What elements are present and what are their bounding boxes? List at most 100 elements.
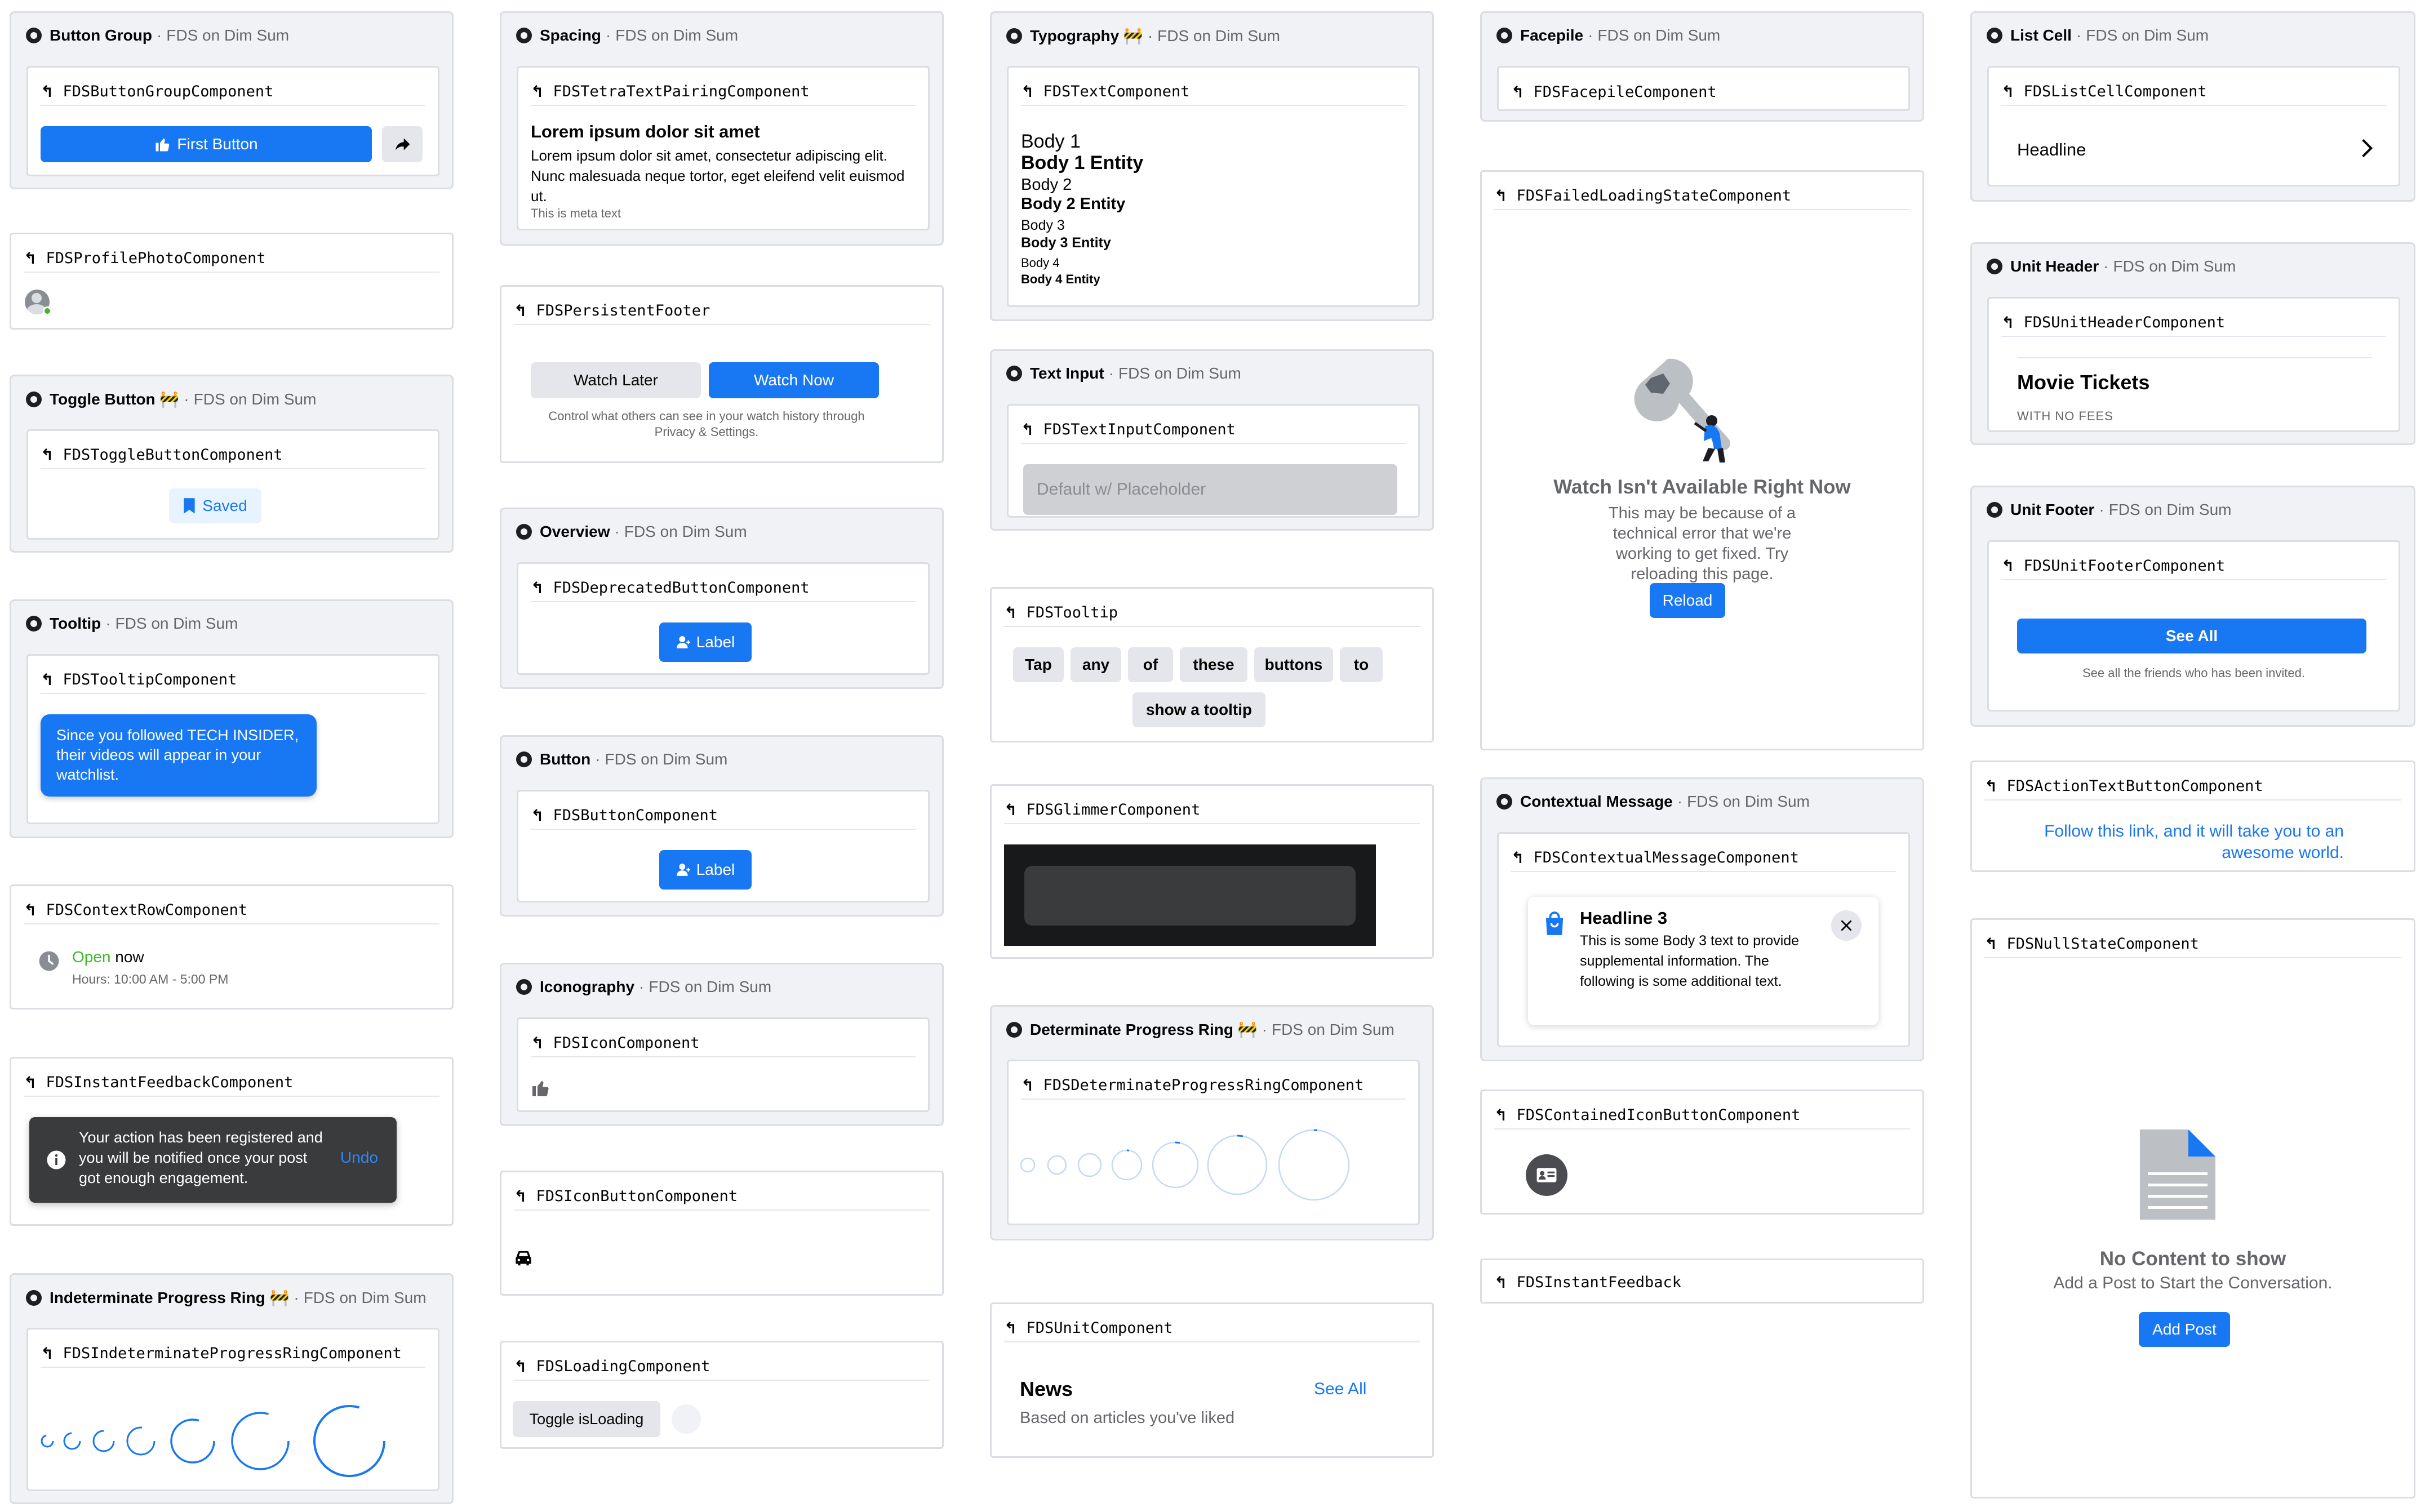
shopping-bag-icon [1545,911,1564,935]
tooltip-trigger-button[interactable]: of [1128,647,1173,682]
progress-ring [41,1434,54,1448]
component-title: FDSTextComponent [1043,82,1190,100]
unit-footer-caption: See all the friends who has been invited… [2082,666,2306,680]
tooltip-trigger-button[interactable]: to [1340,647,1383,682]
unit-card: ↰ FDSUnitComponent News See All Based on … [990,1302,1434,1458]
back-arrow-icon[interactable]: ↰ [24,1073,37,1092]
undo-link[interactable]: Undo [340,1149,378,1167]
tooltip-trigger-button[interactable]: show a tooltip [1132,692,1265,727]
section-title: Overview [540,523,610,540]
back-arrow-icon[interactable]: ↰ [514,1357,527,1376]
determinate-rings [1020,1129,1350,1201]
back-arrow-icon[interactable]: ↰ [41,82,54,101]
tooltip-trigger-button[interactable]: buttons [1254,647,1333,682]
reload-button[interactable]: Reload [1650,583,1725,618]
unit-title: News [1020,1377,1073,1400]
contained-icon-button[interactable] [1526,1154,1567,1196]
progress-ring [1020,1157,1036,1173]
back-arrow-icon[interactable]: ↰ [1021,82,1034,101]
back-arrow-icon[interactable]: ↰ [1021,1076,1034,1095]
component-title: FDSPersistentFooter [536,301,710,319]
back-arrow-icon[interactable]: ↰ [1984,935,1997,953]
progress-ring [1077,1153,1102,1177]
chevron-right-icon [2362,139,2373,158]
see-all-link[interactable]: See All [1314,1380,1366,1399]
close-icon [1841,920,1852,931]
first-button[interactable]: First Button [41,126,372,162]
back-arrow-icon[interactable]: ↰ [514,301,527,320]
back-arrow-icon[interactable]: ↰ [1004,801,1017,819]
text-input-section: Text Input · FDS on Dim Sum ↰ FDSTextInputC… [990,349,1434,531]
contextual-message-card: Headline 3 This is some Body 3 text to p… [1528,897,1878,1025]
facepile-section: Facepile · FDS on Dim Sum ↰ FDSFacepileComp… [1480,11,1924,122]
action-text-button-card: ↰ FDSActionTextButtonComponent Follow thi… [1970,761,2415,872]
back-arrow-icon[interactable]: ↰ [2001,557,2014,575]
component-card: ↰ FDSListCellComponent Headline [1987,66,2400,186]
back-arrow-icon[interactable]: ↰ [531,579,544,597]
toggle-loading-button[interactable]: Toggle isLoading [513,1401,660,1437]
back-arrow-icon[interactable]: ↰ [2001,313,2014,332]
text-input-field[interactable]: Default w/ Placeholder [1023,464,1397,515]
section-title: Indeterminate Progress Ring 🚧 [50,1289,290,1306]
section-title: Determinate Progress Ring 🚧 [1030,1021,1258,1038]
label-button[interactable]: Label [659,622,752,662]
component-title: FDSIconComponent [553,1034,700,1052]
component-card: ↰ FDSTooltipComponent Since you followed … [26,654,439,824]
body-1: Body 1 [1021,131,1081,152]
back-arrow-icon[interactable]: ↰ [531,806,544,825]
component-title: FDSIconButtonComponent [536,1187,738,1205]
back-arrow-icon[interactable]: ↰ [1511,848,1524,867]
watch-later-button[interactable]: Watch Later [531,362,701,398]
back-arrow-icon[interactable]: ↰ [1494,186,1507,205]
component-card: ↰ FDSFacepileComponent [1497,66,1910,111]
overview-section: Overview · FDS on Dim Sum ↰ FDSDeprecatedBu… [500,508,944,689]
component-title: FDSNullStateComponent [2006,935,2199,953]
component-title: FDSDeprecatedButtonComponent [553,579,810,597]
share-button[interactable] [382,126,423,162]
progress-ring [1047,1155,1067,1175]
failed-loading-card: ↰ FDSFailedLoadingStateComponent Watch Is… [1480,170,1924,750]
component-title: FDSContextualMessageComponent [1533,848,1799,866]
component-title: FDSIndeterminateProgressRingComponent [63,1344,402,1362]
back-arrow-icon[interactable]: ↰ [1021,420,1034,439]
add-post-button[interactable]: Add Post [2139,1312,2230,1347]
see-all-button[interactable]: See All [2017,619,2366,653]
back-arrow-icon[interactable]: ↰ [1494,1106,1507,1124]
contextual-message-section: Contextual Message · FDS on Dim Sum ↰ FDSCo… [1480,777,1924,1061]
label-button[interactable]: Label [659,850,752,890]
back-arrow-icon[interactable]: ↰ [1004,603,1017,622]
back-arrow-icon[interactable]: ↰ [41,446,54,464]
body-1-entity: Body 1 Entity [1021,152,1144,174]
watch-now-button[interactable]: Watch Now [709,362,879,398]
back-arrow-icon[interactable]: ↰ [2001,82,2014,101]
back-arrow-icon[interactable]: ↰ [1511,83,1524,101]
component-card: ↰ FDSTextInputComponent Default w/ Placeh… [1007,404,1420,518]
back-arrow-icon[interactable]: ↰ [1494,1273,1507,1292]
progress-ring [170,1418,215,1464]
component-title: FDSTooltip [1026,603,1118,621]
share-icon [396,138,410,150]
back-arrow-icon[interactable]: ↰ [531,82,544,101]
body-3: Body 3 [1021,217,1065,233]
component-icon [1987,502,2002,518]
action-text-link[interactable]: Follow this link, and it will take you t… [2006,821,2344,864]
tooltip-trigger-button[interactable]: Tap [1013,647,1064,682]
component-icon [516,751,532,767]
tooltip-trigger-button[interactable]: any [1071,647,1121,682]
back-arrow-icon[interactable]: ↰ [514,1187,527,1206]
list-cell[interactable]: Headline [2001,126,2384,171]
saved-toggle-button[interactable]: Saved [169,488,261,523]
component-title: FDSUnitHeaderComponent [2023,313,2226,331]
car-icon[interactable] [514,1250,533,1267]
back-arrow-icon[interactable]: ↰ [41,1344,54,1363]
back-arrow-icon[interactable]: ↰ [531,1034,544,1052]
body-4-entity: Body 4 Entity [1021,272,1100,286]
close-button[interactable] [1831,910,1862,941]
back-arrow-icon[interactable]: ↰ [1984,777,1997,795]
back-arrow-icon[interactable]: ↰ [24,901,37,919]
tooltip-trigger-button[interactable]: these [1180,647,1247,682]
back-arrow-icon[interactable]: ↰ [41,670,54,689]
instant-feedback-component-card: ↰ FDSInstantFeedbackComponent Your action… [10,1057,454,1226]
back-arrow-icon[interactable]: ↰ [24,249,37,268]
back-arrow-icon[interactable]: ↰ [1004,1319,1017,1337]
